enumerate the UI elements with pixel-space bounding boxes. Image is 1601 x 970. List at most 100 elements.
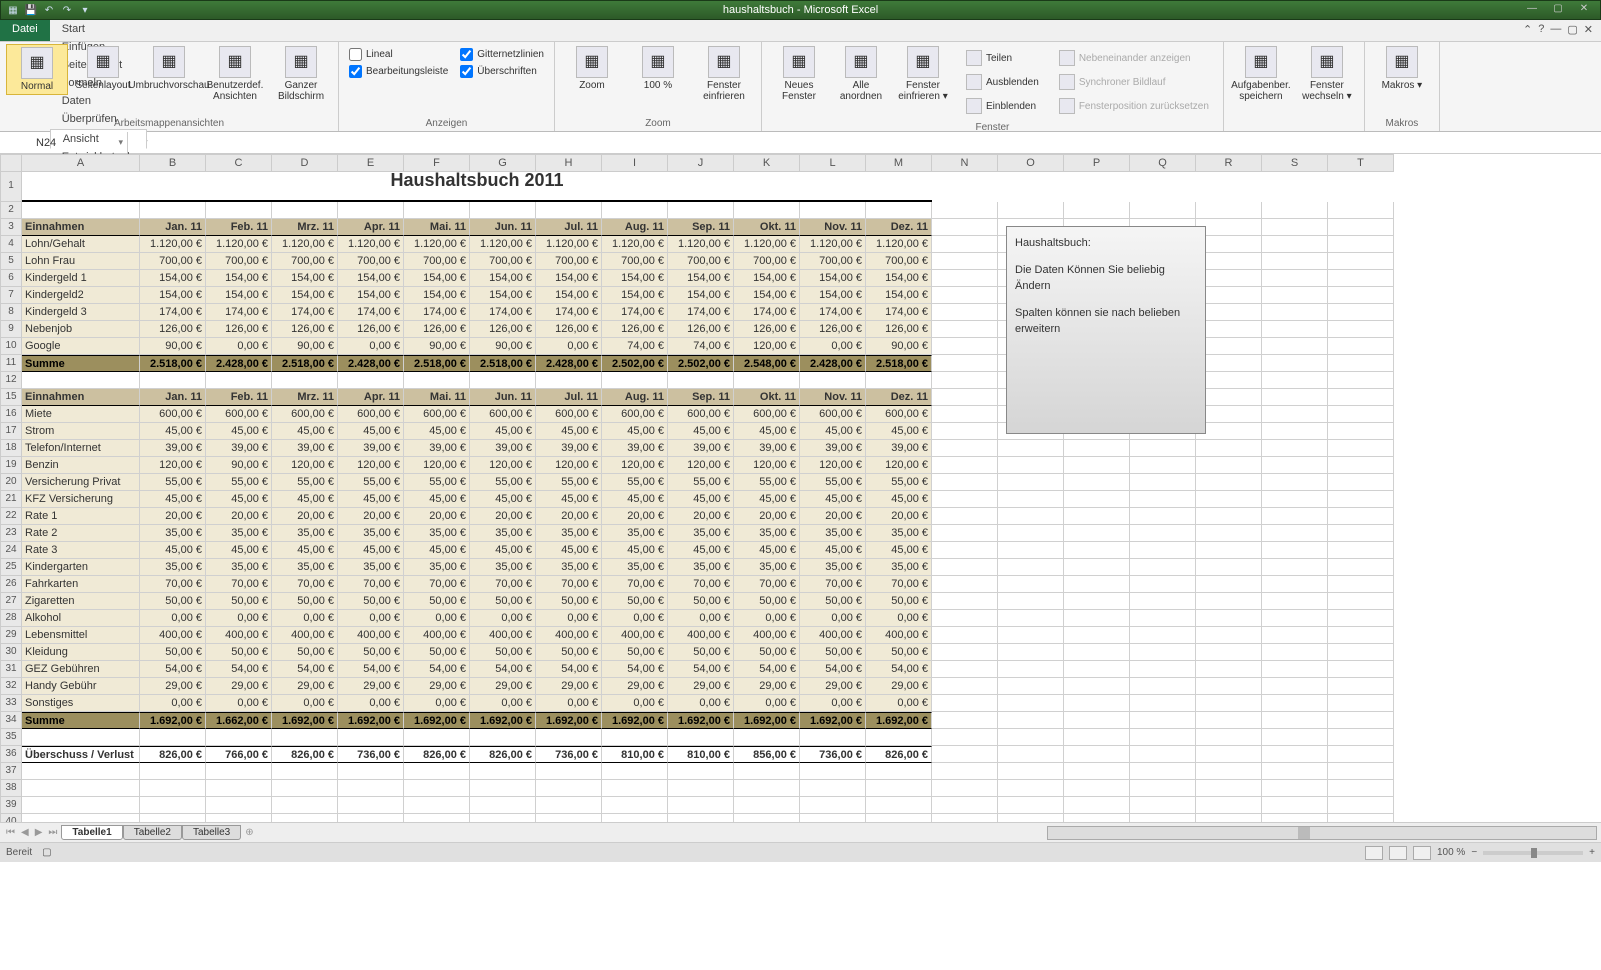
cell[interactable]: [1064, 695, 1130, 712]
cell[interactable]: 600,00 €: [470, 406, 536, 423]
cell[interactable]: 700,00 €: [338, 253, 404, 270]
cell[interactable]: [1064, 797, 1130, 814]
cell[interactable]: [1262, 423, 1328, 440]
row-header[interactable]: 39: [0, 797, 22, 814]
cell[interactable]: [1328, 814, 1394, 822]
cell[interactable]: 54,00 €: [206, 661, 272, 678]
ribbon-btn-ganzer-bildschirm[interactable]: ▦Ganzer Bildschirm: [270, 44, 332, 104]
cell[interactable]: 154,00 €: [536, 287, 602, 304]
cell[interactable]: 600,00 €: [602, 406, 668, 423]
cell[interactable]: [1262, 678, 1328, 695]
cell[interactable]: [22, 797, 140, 814]
cell[interactable]: [272, 814, 338, 822]
cell[interactable]: [1064, 202, 1130, 219]
cell[interactable]: 154,00 €: [470, 287, 536, 304]
cell[interactable]: Überschuss / Verlust: [22, 746, 140, 763]
cell[interactable]: [668, 202, 734, 219]
cell[interactable]: [404, 372, 470, 389]
cell[interactable]: [1064, 474, 1130, 491]
cell[interactable]: [1196, 644, 1262, 661]
row-header[interactable]: 25: [0, 559, 22, 576]
cell[interactable]: Jan. 11: [140, 389, 206, 406]
cell[interactable]: [1130, 729, 1196, 746]
row-header[interactable]: 28: [0, 610, 22, 627]
cell[interactable]: 54,00 €: [668, 661, 734, 678]
cell[interactable]: Rate 2: [22, 525, 140, 542]
cell[interactable]: [404, 729, 470, 746]
cell[interactable]: [932, 406, 998, 423]
cell[interactable]: 1.120,00 €: [338, 236, 404, 253]
cell[interactable]: [404, 763, 470, 780]
cell[interactable]: [1064, 627, 1130, 644]
cell[interactable]: [470, 202, 536, 219]
cell[interactable]: [1328, 797, 1394, 814]
cell[interactable]: [272, 202, 338, 219]
cell[interactable]: [1196, 610, 1262, 627]
cell[interactable]: [1262, 304, 1328, 321]
zoom-out-icon[interactable]: −: [1471, 847, 1477, 858]
row-header[interactable]: 27: [0, 593, 22, 610]
cell[interactable]: [932, 474, 998, 491]
cell[interactable]: [1064, 712, 1130, 729]
ribbon-btn-zoom[interactable]: ▦Zoom: [561, 44, 623, 93]
cell[interactable]: [800, 814, 866, 822]
cell[interactable]: 45,00 €: [668, 491, 734, 508]
cell[interactable]: 35,00 €: [140, 559, 206, 576]
cell[interactable]: 35,00 €: [800, 525, 866, 542]
cell[interactable]: Kindergeld2: [22, 287, 140, 304]
cell[interactable]: [1328, 746, 1394, 763]
row-header[interactable]: 18: [0, 440, 22, 457]
cell[interactable]: [1064, 763, 1130, 780]
row-header[interactable]: 6: [0, 270, 22, 287]
cell[interactable]: 154,00 €: [734, 287, 800, 304]
cell[interactable]: 154,00 €: [668, 270, 734, 287]
cell[interactable]: [932, 287, 998, 304]
cell[interactable]: 55,00 €: [272, 474, 338, 491]
cell[interactable]: Google: [22, 338, 140, 355]
cell[interactable]: 1.692,00 €: [536, 712, 602, 729]
cell[interactable]: 35,00 €: [536, 525, 602, 542]
cell[interactable]: 0,00 €: [404, 610, 470, 627]
cell[interactable]: [998, 508, 1064, 525]
cell[interactable]: [1328, 440, 1394, 457]
select-all[interactable]: [0, 154, 22, 172]
cell[interactable]: [1196, 491, 1262, 508]
col-header-L[interactable]: L: [800, 154, 866, 172]
row-header[interactable]: 2: [0, 202, 22, 219]
cell[interactable]: [1262, 355, 1328, 372]
cell[interactable]: [998, 593, 1064, 610]
cell[interactable]: 126,00 €: [602, 321, 668, 338]
cell[interactable]: 600,00 €: [800, 406, 866, 423]
cell[interactable]: 1.662,00 €: [206, 712, 272, 729]
ribbon-btn-aufgabenber-speichern[interactable]: ▦Aufgabenber. speichern: [1230, 44, 1292, 104]
cell[interactable]: [800, 763, 866, 780]
cell[interactable]: [998, 695, 1064, 712]
cell[interactable]: 400,00 €: [734, 627, 800, 644]
cell[interactable]: 39,00 €: [338, 440, 404, 457]
view-layout-icon[interactable]: [1389, 846, 1407, 860]
cell[interactable]: [1328, 559, 1394, 576]
cell[interactable]: [932, 338, 998, 355]
row-header[interactable]: 24: [0, 542, 22, 559]
cell[interactable]: 2.518,00 €: [866, 355, 932, 372]
cell[interactable]: 35,00 €: [206, 525, 272, 542]
col-header-M[interactable]: M: [866, 154, 932, 172]
cell[interactable]: [602, 202, 668, 219]
cell[interactable]: [1328, 423, 1394, 440]
cell[interactable]: 700,00 €: [470, 253, 536, 270]
cell[interactable]: 0,00 €: [338, 695, 404, 712]
cell[interactable]: 50,00 €: [668, 644, 734, 661]
cell[interactable]: 120,00 €: [734, 457, 800, 474]
cell[interactable]: Einnahmen: [22, 219, 140, 236]
cell[interactable]: 70,00 €: [338, 576, 404, 593]
cell[interactable]: [1130, 644, 1196, 661]
qat-undo-icon[interactable]: ↶: [41, 2, 57, 18]
cell[interactable]: 700,00 €: [206, 253, 272, 270]
cell[interactable]: [1328, 287, 1394, 304]
cell[interactable]: 1.120,00 €: [668, 236, 734, 253]
cell[interactable]: 154,00 €: [668, 287, 734, 304]
cell[interactable]: [536, 797, 602, 814]
cell[interactable]: [998, 729, 1064, 746]
ribbon-btn-neues-fenster[interactable]: ▦Neues Fenster: [768, 44, 830, 104]
col-header-O[interactable]: O: [998, 154, 1064, 172]
